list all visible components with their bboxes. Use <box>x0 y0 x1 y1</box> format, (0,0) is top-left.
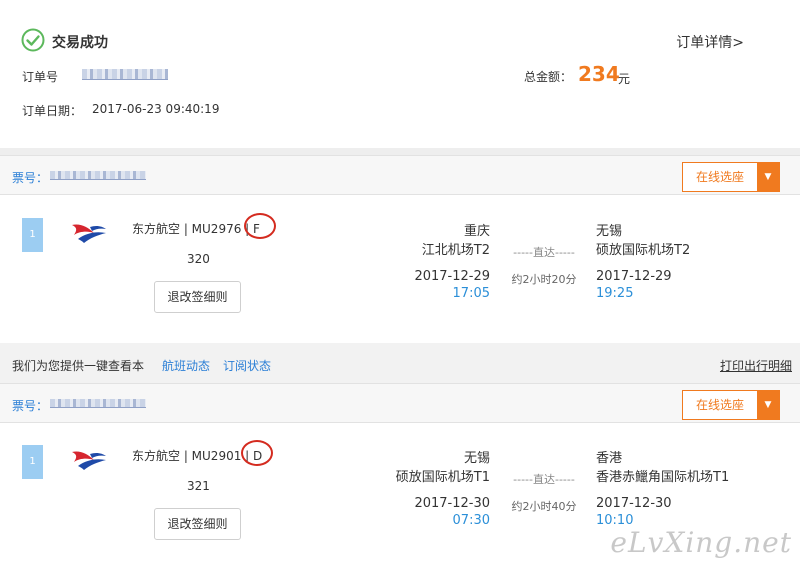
departure-time: 17:05 <box>452 286 490 301</box>
arrival-airport: 硕放国际机场T2 <box>596 243 691 258</box>
online-seat-label: 在线选座 <box>695 170 744 184</box>
segment-index: 1 <box>22 218 43 252</box>
ticket-header: 票号： 在线选座 ▼ <box>0 383 800 423</box>
arrival-city: 无锡 <box>596 224 623 239</box>
flight-name: 东方航空 | MU2976 | F <box>132 222 260 236</box>
ticket-number-label: 票号： <box>12 399 49 413</box>
arrival-airport: 香港赤鱲角国际机场T1 <box>596 470 730 485</box>
ticket-number-label: 票号： <box>12 171 49 185</box>
segment-index: 1 <box>22 445 43 479</box>
departure-airport: 硕放国际机场T1 <box>395 470 490 485</box>
ticket-number-redacted <box>50 171 146 180</box>
cabin-annotation-circle <box>241 440 273 466</box>
subscribe-status-link[interactable]: 订阅状态 <box>223 357 271 374</box>
arrival-time: 19:25 <box>596 286 634 301</box>
order-date-label: 订单日期： <box>22 104 83 118</box>
caret-down-icon[interactable]: ▼ <box>757 391 779 419</box>
caret-down-icon[interactable]: ▼ <box>757 163 779 191</box>
check-circle-icon <box>21 28 45 52</box>
china-eastern-logo <box>72 451 106 470</box>
departure-date: 2017-12-30 <box>414 496 490 511</box>
departure-city: 重庆 <box>463 224 490 239</box>
cabin-annotation-circle <box>244 213 276 239</box>
helper-text: 我们为您提供一键查看本 <box>12 359 145 373</box>
arrival-city: 香港 <box>596 451 623 466</box>
order-number-label: 订单号 <box>22 70 59 84</box>
helper-bar: 我们为您提供一键查看本 航班动态 订阅状态 打印出行明细 <box>0 343 800 383</box>
arrival-date: 2017-12-29 <box>596 269 672 284</box>
flight-duration: 约2小时40分 <box>511 500 577 513</box>
order-detail-link[interactable]: 订单详情> <box>676 32 744 52</box>
online-seat-label: 在线选座 <box>695 398 744 412</box>
ticket-number-redacted <box>50 399 146 408</box>
order-number-redacted <box>82 69 168 80</box>
total-amount-label: 总金额： <box>524 70 573 84</box>
print-itinerary-link[interactable]: 打印出行明细 <box>720 357 792 374</box>
departure-date: 2017-12-29 <box>414 269 490 284</box>
plane-type: 321 <box>187 479 210 493</box>
change-rules-button[interactable]: 退改签细则 <box>154 508 241 540</box>
total-amount-value: 234 <box>578 62 620 86</box>
flight-status-link[interactable]: 航班动态 <box>162 357 210 374</box>
departure-city: 无锡 <box>463 451 490 466</box>
route-direct: -----直达----- <box>513 246 575 259</box>
site-watermark: eLvXing.net <box>610 526 792 559</box>
ticket-header: 票号： 在线选座 ▼ <box>0 155 800 195</box>
online-seat-button[interactable]: 在线选座 ▼ <box>682 390 780 420</box>
change-rules-button[interactable]: 退改签细则 <box>154 281 241 313</box>
order-date-value: 2017-06-23 09:40:19 <box>92 102 220 116</box>
flight-duration: 约2小时20分 <box>511 273 577 286</box>
arrival-date: 2017-12-30 <box>596 496 672 511</box>
online-seat-button[interactable]: 在线选座 ▼ <box>682 162 780 192</box>
china-eastern-logo <box>72 224 106 243</box>
order-status: 交易成功 <box>52 35 108 51</box>
order-summary: 交易成功 订单详情> 订单号 订单日期： 2017-06-23 09:40:19… <box>0 0 800 148</box>
ticket-card: 票号： 在线选座 ▼ 1 东方航空 | MU2976 | F 320 退改签细则… <box>0 155 800 343</box>
plane-type: 320 <box>187 252 210 266</box>
departure-airport: 江北机场T2 <box>421 243 490 258</box>
departure-time: 07:30 <box>452 513 490 528</box>
route-direct: -----直达----- <box>513 473 575 486</box>
total-amount-unit: 元 <box>618 72 631 86</box>
